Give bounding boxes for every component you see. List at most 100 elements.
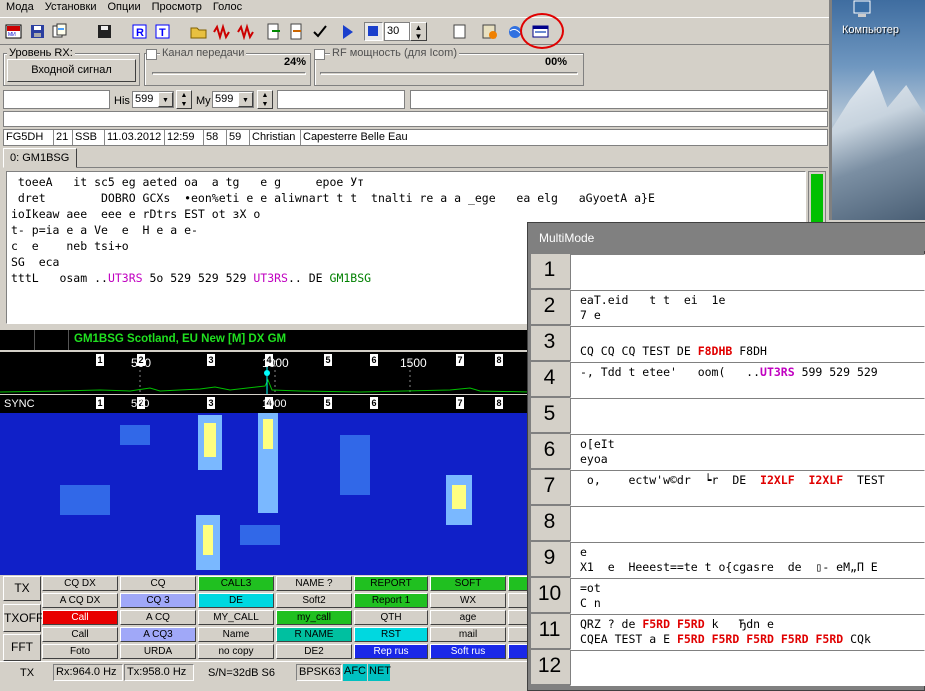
menu-view[interactable]: Просмотр [146,0,207,13]
my-spin[interactable]: ▲ ▼ [257,90,273,109]
tx-counter-field[interactable]: 30 [384,22,410,41]
macro-de[interactable]: DE [198,593,274,608]
play-icon[interactable] [338,22,357,41]
channel-marker[interactable]: 6 [370,397,378,409]
waterfall-display[interactable]: SYNC 1 2 3 4 5 6 7 8 500 1000 [0,395,530,575]
macro-call-2[interactable]: Call [42,627,118,642]
channel-marker[interactable]: 5 [324,354,332,366]
call-input[interactable] [3,90,110,109]
macro-foto[interactable]: Foto [42,644,118,659]
macro-soft2[interactable]: Soft2 [276,593,352,608]
macro-name[interactable]: Name [198,627,274,642]
macro-name-query[interactable]: NAME ? [276,576,352,591]
macro-report-1[interactable]: Report 1 [354,593,428,608]
status-modem[interactable]: BPSK63 [296,664,342,681]
menu-settings[interactable]: Установки [39,0,102,13]
macro-mail[interactable]: mail [430,627,506,642]
macro-qth[interactable]: QTH [354,610,428,625]
macro-no-copy[interactable]: no copy [198,644,274,659]
waveform-icon[interactable] [212,22,231,41]
multimode-channel-text[interactable] [570,506,925,542]
multimode-channel-text[interactable]: =ot C n [570,578,925,614]
macro-call3[interactable]: CALL3 [198,576,274,591]
his-spin[interactable]: ▲ ▼ [176,90,192,109]
multimode-channel-text[interactable]: o, ectw'w©dr ┕r DE I2XLF I2XLF TEST [570,470,925,506]
status-afc[interactable]: AFC [343,664,367,681]
channel-marker[interactable]: 4 [265,354,273,366]
multimode-channel-text[interactable]: CQ CQ CQ TEST DE F8DHB F8DH [570,326,925,362]
blank-page-icon[interactable] [450,22,469,41]
app-logo-icon[interactable]: МИ [4,22,23,41]
multimode-channel-text[interactable]: eaT.eid t t ei 1e 7 e [570,290,925,326]
multimode-channel-text[interactable]: QRZ ? de F5RD F5RD k Ђdn e CQEA TEST a E … [570,614,925,650]
multimode-channel-text[interactable]: -, Tdd t etee' oom( ..UT3RS 599 529 529 [570,362,925,398]
macro-my-call-green[interactable]: my_call [276,610,352,625]
input-signal-button[interactable]: Входной сигнал [7,59,136,82]
rf-power-checkbox[interactable] [314,49,325,60]
macro-rep-rus[interactable]: Rep rus [354,644,428,659]
channel-marker[interactable]: 5 [324,397,332,409]
macro-report[interactable]: REPORT [354,576,428,591]
rf-power-slider-track[interactable] [320,72,578,75]
macro-call[interactable]: Call [42,610,118,625]
multimode-channel-text[interactable] [570,254,925,290]
macro-soft[interactable]: SOFT [430,576,506,591]
macro-a-cq3[interactable]: A CQ3 [120,627,196,642]
tx-side-button[interactable]: TX [3,576,41,601]
menu-options[interactable]: Опции [101,0,145,13]
txoff-side-button[interactable]: TXOFF [3,604,43,632]
transmit-t-icon[interactable]: T [153,22,172,41]
channel-marker[interactable]: 7 [456,354,464,366]
channel-marker[interactable]: 2 [137,354,145,366]
channel-marker[interactable]: 1 [96,397,104,409]
multimode-channel-text[interactable]: e X1 e Heeest==te t o{cgasre de ▯- eM„П E [570,542,925,578]
my-dropdown-arrow[interactable]: ▼ [238,92,253,107]
menu-voice[interactable]: Голос [207,0,247,13]
channel-marker[interactable]: 6 [370,354,378,366]
name-input[interactable] [277,90,405,109]
channel-marker[interactable]: 8 [495,354,503,366]
channel-marker[interactable]: 3 [207,354,215,366]
macro-cq[interactable]: CQ [120,576,196,591]
save-disk-icon[interactable] [28,22,47,41]
multimode-channel-text[interactable] [570,398,925,434]
macro-soft-rus[interactable]: Soft rus [430,644,506,659]
channel-marker[interactable]: 3 [207,397,215,409]
macro-r-name[interactable]: R NAME [276,627,352,642]
tx-counter-spin[interactable]: ▲ ▼ [410,22,427,41]
macro-age[interactable]: age [430,610,506,625]
log-entry-row[interactable]: FG5DH 21 SSB 11.03.2012 12:59 58 59 Chri… [3,129,828,146]
macro-a-cq[interactable]: A CQ [120,610,196,625]
log-save-icon[interactable] [480,22,499,41]
macro-cq-3[interactable]: CQ 3 [120,593,196,608]
macro-de2[interactable]: DE2 [276,644,352,659]
fft-side-button[interactable]: FFT [3,634,41,661]
macro-rst[interactable]: RST [354,627,428,642]
macro-a-cq-dx[interactable]: A CQ DX [42,593,118,608]
macro-my-call[interactable]: MY_CALL [198,610,274,625]
rx-tab[interactable]: 0: GM1BSG [3,148,77,168]
document-in-icon[interactable] [264,22,283,41]
macro-wx[interactable]: WX [430,593,506,608]
tx-channel-checkbox[interactable] [146,49,157,60]
menu-mode[interactable]: Мода [0,0,39,13]
macro-urda[interactable]: URDA [120,644,196,659]
channel-marker[interactable]: 1 [96,354,104,366]
open-folder-icon[interactable] [189,22,208,41]
checkmark-icon[interactable] [310,22,329,41]
copy-document-icon[interactable] [50,22,69,41]
macro-cq-dx[interactable]: CQ DX [42,576,118,591]
spectrum-display[interactable]: 500 1000 1500 1 2 3 4 5 6 7 8 [0,352,530,394]
his-dropdown-arrow[interactable]: ▼ [158,92,173,107]
channel-marker[interactable]: 7 [456,397,464,409]
floppy-icon[interactable] [95,22,114,41]
multimode-title-bar[interactable]: MultiMode [528,223,925,251]
status-net[interactable]: NET [368,664,391,681]
document-out-icon[interactable] [287,22,306,41]
qth-input[interactable] [410,90,828,109]
computer-desktop-icon[interactable] [846,0,896,22]
multimode-channel-text[interactable]: o[eIt eyoa [570,434,925,470]
stop-icon[interactable] [364,22,383,41]
receive-r-icon[interactable]: R [130,22,149,41]
waveform-send-icon[interactable] [236,22,255,41]
